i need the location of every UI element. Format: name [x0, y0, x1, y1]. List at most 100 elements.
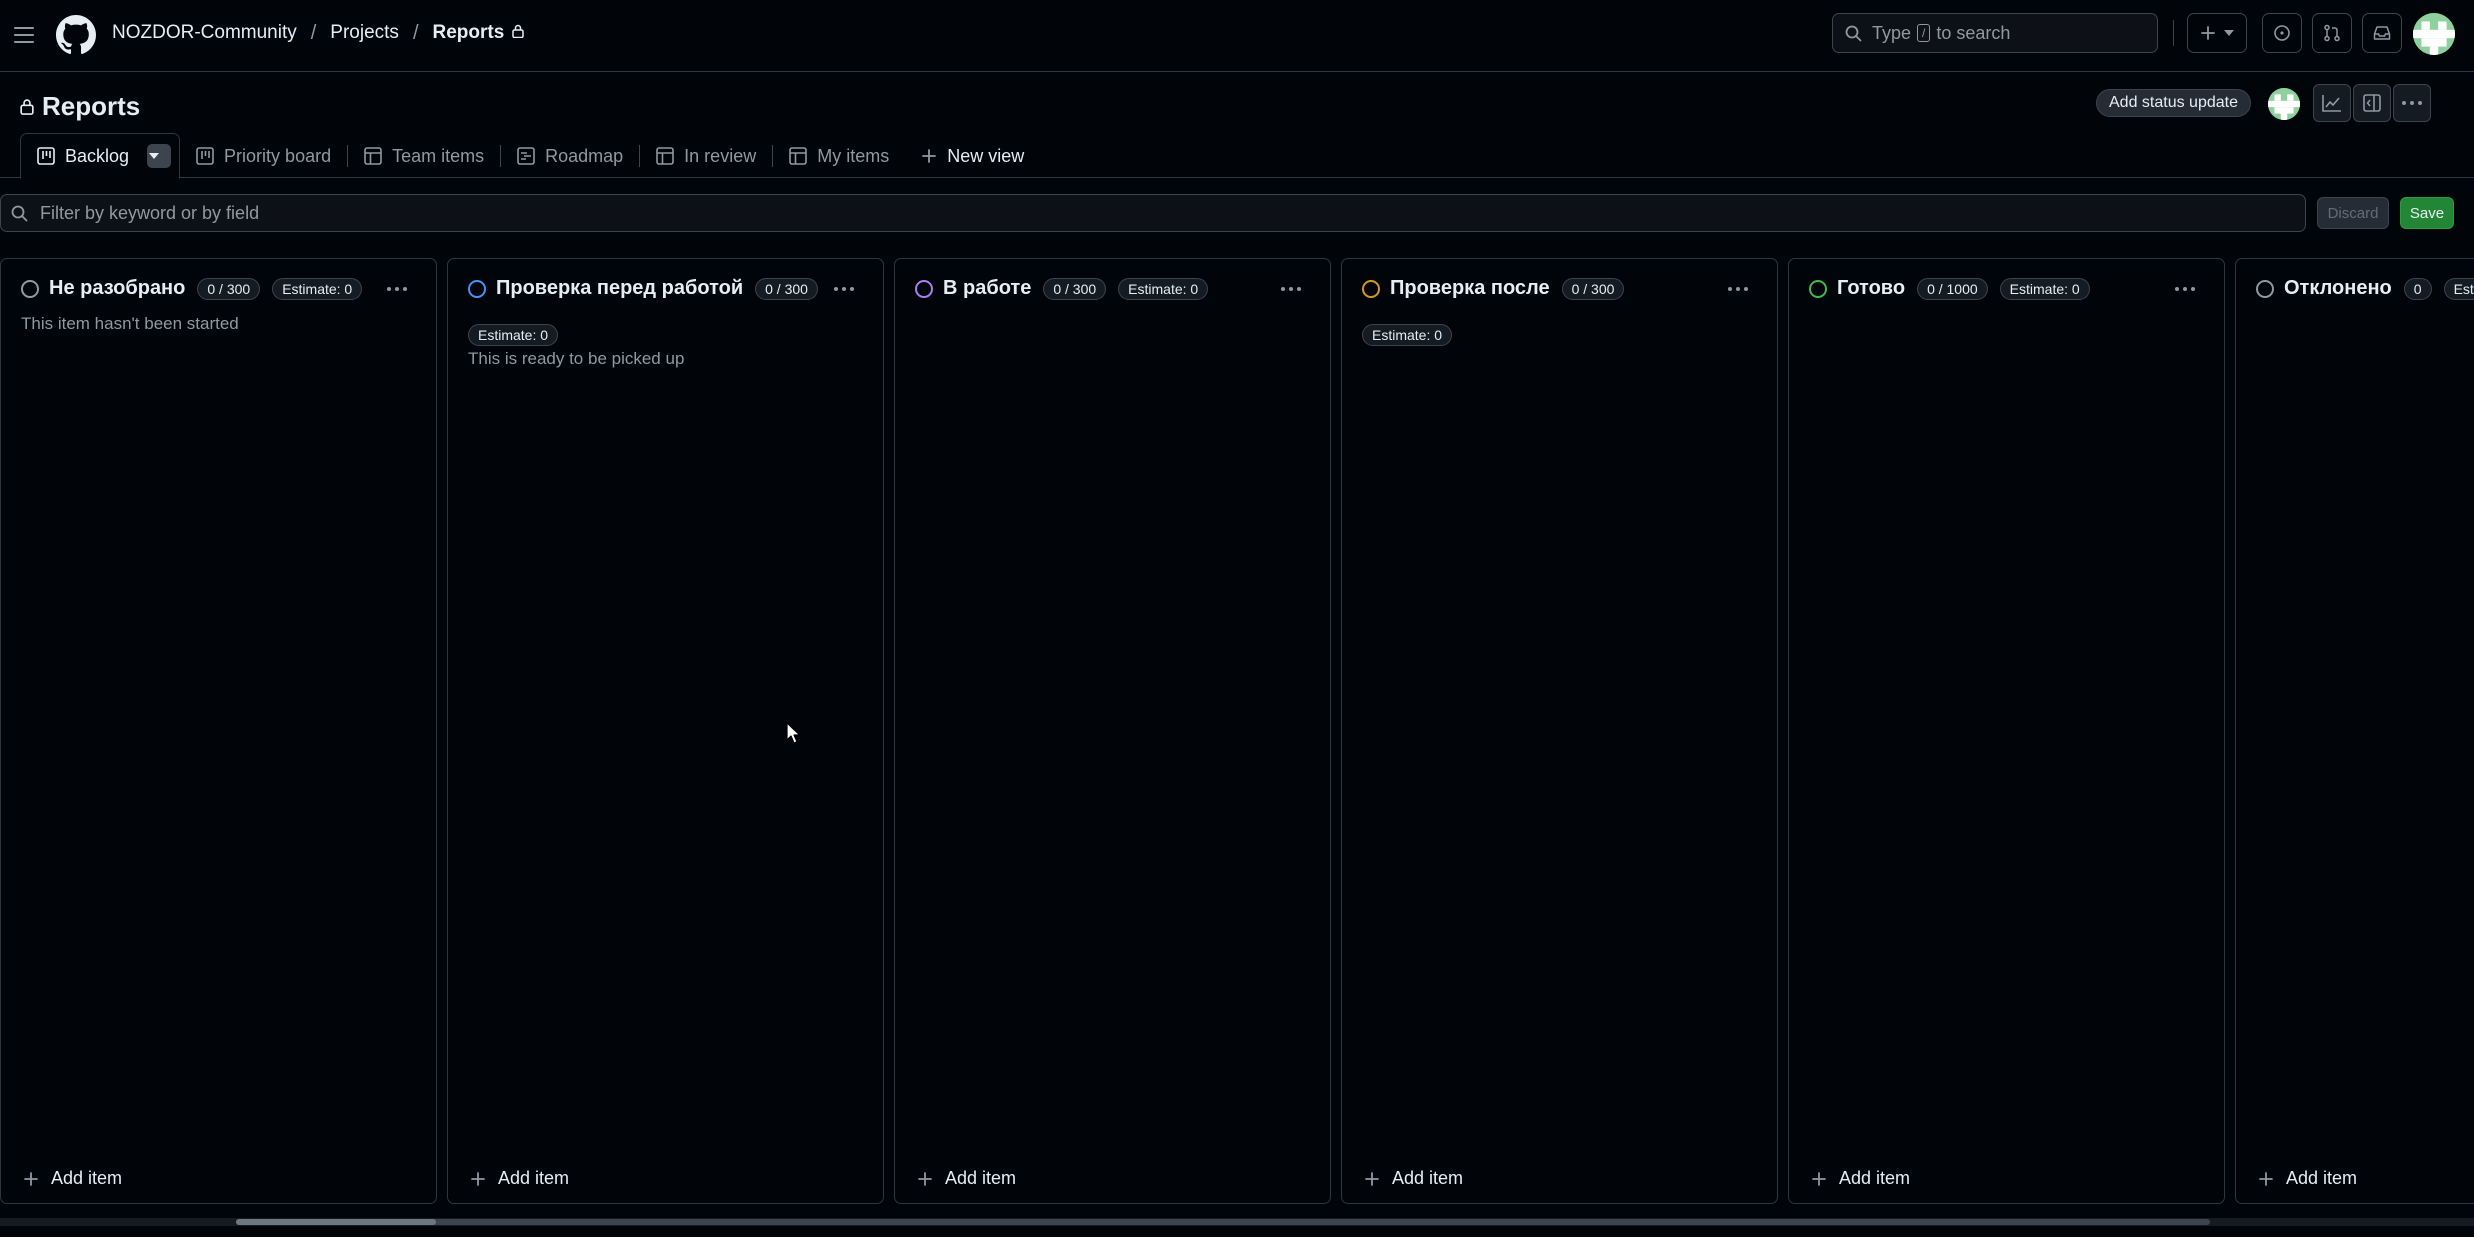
project-menu-button[interactable]: [2393, 84, 2431, 122]
user-avatar[interactable]: [2413, 13, 2455, 55]
estimate-badge: Estimate: 0: [468, 324, 559, 346]
breadcrumb-current[interactable]: Reports: [433, 22, 505, 44]
pull-requests-button[interactable]: [2312, 13, 2352, 53]
plus-icon: [23, 1171, 51, 1187]
board: Не разобрано 0 / 300 Estimate: 0 This it…: [0, 258, 2474, 1204]
column-menu-button[interactable]: [2170, 279, 2200, 299]
search-shortcut-key: /: [1917, 24, 1931, 42]
plus-icon: [2258, 1171, 2286, 1187]
column-title: Проверка перед работой: [496, 277, 744, 299]
kebab-horizontal-icon: [834, 287, 854, 291]
add-item-button[interactable]: Add item: [23, 1168, 122, 1189]
status-circle-icon: [2256, 279, 2274, 298]
breadcrumb-separator: /: [412, 21, 419, 44]
column-header: Проверка перед работой 0 / 300 Estimate:…: [468, 277, 867, 346]
issue-icon: [2273, 24, 2291, 42]
inbox-icon: [2373, 25, 2391, 41]
column-menu-button[interactable]: [829, 279, 859, 299]
search-input[interactable]: Type / to search: [1832, 13, 2158, 53]
estimate-badge: Estim: [2443, 277, 2474, 300]
inbox-button[interactable]: [2362, 13, 2402, 53]
table-icon: [656, 147, 684, 165]
tab-label: Team items: [392, 145, 485, 166]
graph-icon: [2322, 94, 2342, 112]
breadcrumb: NOZDOR-Community / Projects / Reports: [112, 0, 525, 66]
add-item-button[interactable]: Add item: [1364, 1168, 1463, 1189]
tab-my-items[interactable]: My items: [773, 133, 905, 179]
plus-icon: [470, 1171, 498, 1187]
add-item-button[interactable]: Add item: [917, 1168, 1016, 1189]
breadcrumb-separator: /: [310, 21, 317, 44]
board-column: В работе 0 / 300 Estimate: 0 Add item: [894, 258, 1331, 1204]
column-title: Не разобрано: [49, 277, 186, 299]
mouse-cursor-icon: [786, 722, 801, 749]
search-suffix: to search: [1936, 22, 2011, 43]
side-panel-button[interactable]: [2353, 84, 2391, 122]
board-column: Проверка перед работой 0 / 300 Estimate:…: [447, 258, 884, 1204]
item-count-badge: 0 / 300: [755, 277, 818, 300]
item-count-badge: 0: [2403, 277, 2432, 300]
scrollbar-track-fill: [236, 1219, 2210, 1225]
save-button[interactable]: Save: [2400, 197, 2454, 229]
add-item-label: Add item: [51, 1168, 123, 1188]
status-circle-icon: [1362, 279, 1380, 298]
collaborator-avatar[interactable]: [2268, 88, 2300, 120]
column-description: This item hasn't been started: [21, 314, 239, 333]
project-title: Reports: [20, 88, 140, 124]
insights-button[interactable]: [2313, 84, 2351, 122]
column-description: This is ready to be picked up: [468, 349, 685, 368]
tab-backlog[interactable]: Backlog: [20, 133, 181, 179]
tab-in-review[interactable]: In review: [640, 133, 772, 179]
column-menu-button[interactable]: [382, 279, 412, 299]
new-view-button[interactable]: New view: [905, 133, 1040, 179]
tab-roadmap[interactable]: Roadmap: [501, 133, 639, 179]
github-logo-icon[interactable]: [56, 15, 96, 55]
plus-icon: [921, 148, 947, 164]
horizontal-scrollbar[interactable]: [0, 1218, 2474, 1226]
filter-placeholder: Filter by keyword or by field: [40, 202, 260, 223]
add-item-label: Add item: [1392, 1168, 1464, 1188]
tab-team-items[interactable]: Team items: [348, 133, 500, 179]
add-item-button[interactable]: Add item: [1811, 1168, 1910, 1189]
triangle-down-icon: [149, 153, 169, 159]
create-new-button[interactable]: [2187, 13, 2247, 53]
estimate-badge: Estimate: 0: [1999, 277, 2090, 300]
issues-button[interactable]: [2262, 13, 2302, 53]
breadcrumb-projects[interactable]: Projects: [330, 22, 399, 44]
add-status-update-button[interactable]: Add status update: [2096, 89, 2251, 117]
column-header: Готово 0 / 1000 Estimate: 0: [1809, 277, 2208, 300]
column-menu-button[interactable]: [1723, 279, 1753, 299]
kebab-horizontal-icon: [2402, 101, 2422, 105]
item-count-badge: 0 / 300: [197, 277, 261, 300]
tab-label: Roadmap: [545, 145, 624, 166]
add-item-label: Add item: [498, 1168, 570, 1188]
breadcrumb-org[interactable]: NOZDOR-Community: [112, 22, 297, 44]
plus-icon: [917, 1171, 945, 1187]
item-count-badge: 0 / 300: [1561, 277, 1625, 300]
menu-icon[interactable]: [6, 17, 42, 53]
status-circle-icon: [21, 279, 39, 298]
column-menu-button[interactable]: [1276, 279, 1306, 299]
add-item-label: Add item: [2286, 1168, 2358, 1188]
column-header: Проверка после 0 / 300 Estimate: 0: [1362, 277, 1761, 346]
estimate-badge: Estimate: 0: [1362, 324, 1453, 346]
kebab-horizontal-icon: [2175, 287, 2195, 291]
add-item-button[interactable]: Add item: [2258, 1168, 2357, 1189]
search-prefix: Type: [1872, 22, 1912, 43]
view-options-button[interactable]: [147, 144, 172, 168]
tab-priority-board[interactable]: Priority board: [180, 133, 347, 179]
sidebar-expand-icon: [2363, 94, 2381, 112]
view-tabs: Backlog Priority board Team items Roadma…: [20, 133, 1040, 179]
lock-icon: [20, 98, 42, 115]
add-item-label: Add item: [1839, 1168, 1911, 1188]
filter-input[interactable]: Filter by keyword or by field: [0, 194, 2306, 232]
tab-label: In review: [684, 145, 757, 166]
scrollbar-thumb[interactable]: [236, 1219, 436, 1225]
add-item-button[interactable]: Add item: [470, 1168, 569, 1189]
column-title: Отклонено: [2284, 277, 2392, 299]
discard-button[interactable]: Discard: [2317, 197, 2389, 229]
item-count-badge: 0 / 300: [1043, 277, 1107, 300]
kebab-horizontal-icon: [387, 287, 407, 291]
board-column: Не разобрано 0 / 300 Estimate: 0 This it…: [0, 258, 437, 1204]
plus-icon: [1364, 1171, 1392, 1187]
